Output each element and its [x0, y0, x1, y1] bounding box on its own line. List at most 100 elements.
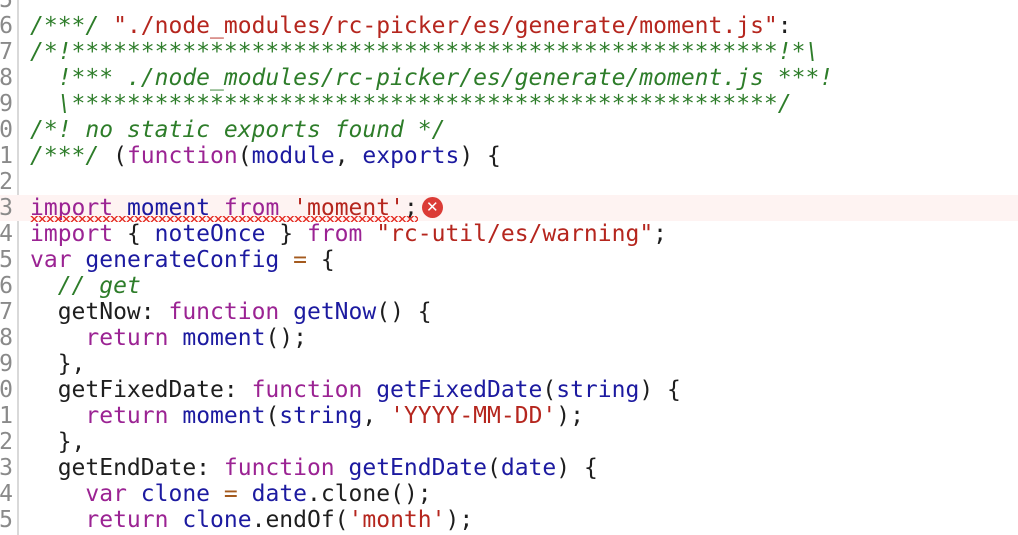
code-line[interactable]: 5 var generateConfig = { [0, 247, 1018, 273]
code-string: 'month' [348, 507, 446, 533]
code-comment: /*!*************************************… [30, 39, 820, 65]
code-line[interactable]: 1 return moment(string, 'YYYY-MM-DD'); [0, 403, 1018, 429]
code-line[interactable]: 5 return clone.endOf('month'); [0, 507, 1018, 533]
code-content: getFixedDate: function getFixedDate(stri… [30, 377, 681, 403]
code-content: import { noteOnce } from "rc-util/es/war… [30, 221, 667, 247]
code-line[interactable]: 2 [0, 169, 1018, 195]
code-identifier: string [556, 377, 640, 403]
code-comment: /***/ [30, 13, 114, 39]
line-number: 6 [0, 273, 13, 299]
line-number: 1 [0, 143, 13, 169]
code-operator: = [223, 481, 238, 507]
code-content: return moment(string, 'YYYY-MM-DD'); [30, 403, 584, 429]
code-keyword: var [30, 247, 72, 273]
line-number: 9 [0, 351, 13, 377]
code-text: , [362, 403, 391, 429]
code-content: var generateConfig = { [30, 247, 335, 273]
code-string: "./node_modules/rc-picker/es/generate/mo… [113, 13, 778, 39]
code-line[interactable]: 3 getEndDate: function getEndDate(date) … [0, 455, 1018, 481]
code-line[interactable]: 6 /***/ "./node_modules/rc-picker/es/gene… [0, 13, 1018, 39]
code-identifier: clone [140, 481, 211, 507]
code-line[interactable]: 7 getNow: function getNow() { [0, 299, 1018, 325]
code-text: ) { [556, 455, 598, 481]
line-number: 0 [0, 117, 13, 143]
code-line[interactable]: 9 }, [0, 351, 1018, 377]
line-number: 7 [0, 39, 13, 65]
code-keyword: return [85, 325, 169, 351]
code-operator: = [293, 247, 307, 273]
code-text: getNow: [30, 299, 169, 325]
code-line[interactable]: 9 \*************************************… [0, 91, 1018, 117]
code-identifier: string [279, 403, 363, 429]
code-text: ); [556, 403, 584, 429]
code-identifier: generateConfig [85, 247, 280, 273]
line-number: 8 [0, 65, 13, 91]
code-content: return clone.endOf('month'); [30, 507, 473, 533]
code-text: ; [653, 221, 668, 247]
code-content: var clone = date.clone(); [30, 481, 431, 507]
line-number: 5 [0, 0, 13, 13]
code-identifier: getFixedDate [376, 377, 543, 403]
code-content: /***/ (function(module, exports) { [30, 143, 501, 169]
code-content: }, [30, 351, 86, 377]
line-number: 2 [0, 169, 13, 195]
code-text: getEndDate: [30, 455, 224, 481]
code-text: } [265, 221, 307, 247]
code-content: \***************************************… [30, 91, 792, 117]
code-line[interactable]: 0 /*! no static exports found */ [0, 117, 1018, 143]
line-number: 5 [0, 507, 13, 533]
code-line[interactable]: 8 return moment(); [0, 325, 1018, 351]
code-keyword: from [306, 221, 363, 247]
code-text: { [307, 247, 335, 273]
line-number: 9 [0, 91, 13, 117]
line-number: 4 [0, 221, 13, 247]
code-line[interactable]: 1 /***/ (function(module, exports) { [0, 143, 1018, 169]
code-identifier: moment [182, 403, 266, 429]
line-number: 8 [0, 325, 13, 351]
code-text: getFixedDate: [30, 377, 252, 403]
code-string: "rc-util/es/warning" [376, 221, 654, 247]
code-identifier: clone [182, 507, 252, 533]
code-line[interactable]: 4 var clone = date.clone(); [0, 481, 1018, 507]
code-content: // get [30, 273, 141, 299]
code-line[interactable]: 7 /*!************************************… [0, 39, 1018, 65]
code-content: !*** ./node_modules/rc-picker/es/generat… [30, 65, 833, 91]
code-identifier: date [251, 481, 308, 507]
code-text: (); [265, 325, 307, 351]
code-content: /*!*************************************… [30, 39, 819, 65]
code-line[interactable]: 5 [0, 0, 1018, 13]
code-line[interactable]: 0 getFixedDate: function getFixedDate(st… [0, 377, 1018, 403]
code-comment: !*** ./node_modules/rc-picker/es/generat… [30, 65, 834, 91]
code-line[interactable]: 6 // get [0, 273, 1018, 299]
code-content: getEndDate: function getEndDate(date) { [30, 455, 598, 481]
code-line[interactable]: 4 import { noteOnce } from "rc-util/es/wa… [0, 221, 1018, 247]
code-content: getNow: function getNow() { [30, 299, 432, 325]
code-line-error[interactable]: 3 import moment from 'moment'; ✕ [0, 195, 1018, 222]
code-text: ( [237, 143, 252, 169]
code-comment: /*! no static exports found */ [30, 117, 446, 143]
code-content: return moment(); [30, 325, 307, 351]
code-keyword: function [251, 377, 363, 403]
code-keyword: function [223, 455, 335, 481]
code-text: ( [99, 143, 127, 169]
code-editor[interactable]: 5 6/***/ "./node_modules/rc-picker/es/gen… [0, 0, 1018, 535]
code-line[interactable]: 2 }, [0, 429, 1018, 455]
code-line[interactable]: 8 !*** ./node_modules/rc-picker/es/gener… [0, 65, 1018, 91]
code-identifier: date [500, 455, 557, 481]
error-circle-x-icon[interactable]: ✕ [421, 197, 443, 218]
line-number: 0 [0, 377, 13, 403]
code-keyword: function [168, 299, 280, 325]
